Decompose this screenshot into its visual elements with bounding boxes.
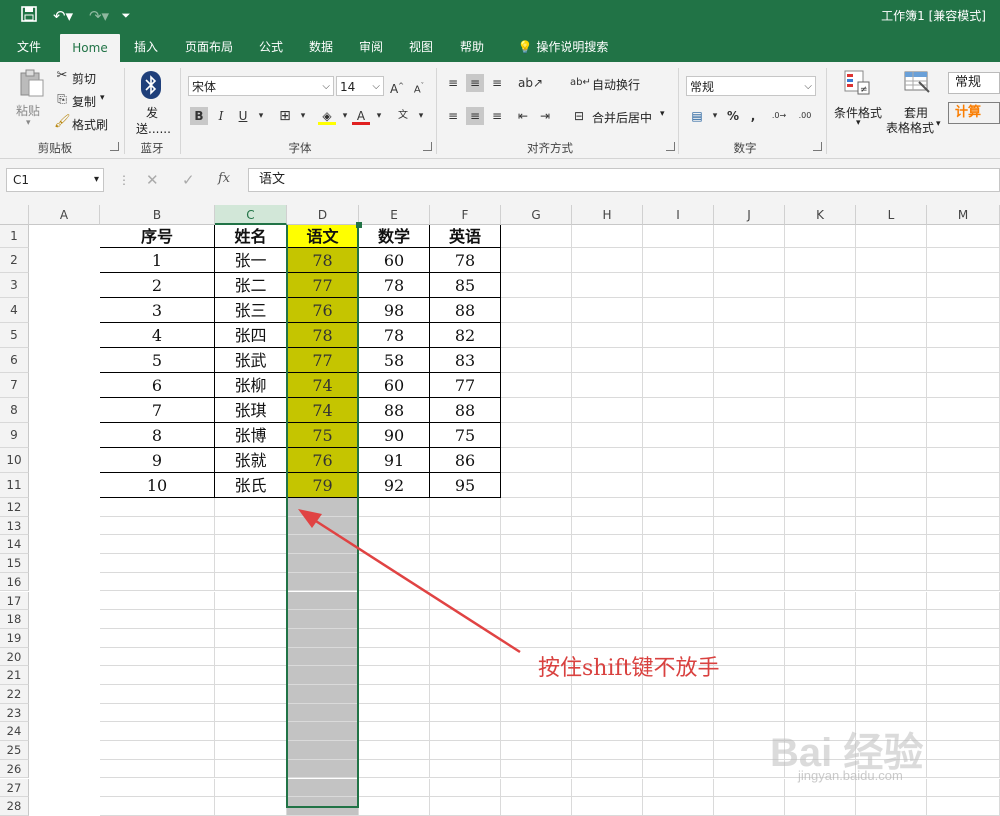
annotation-arrow	[298, 509, 521, 654]
watermark-url: jingyan.baidu.com	[798, 768, 903, 783]
annotation-text: 按住shift键不放手	[538, 656, 720, 681]
